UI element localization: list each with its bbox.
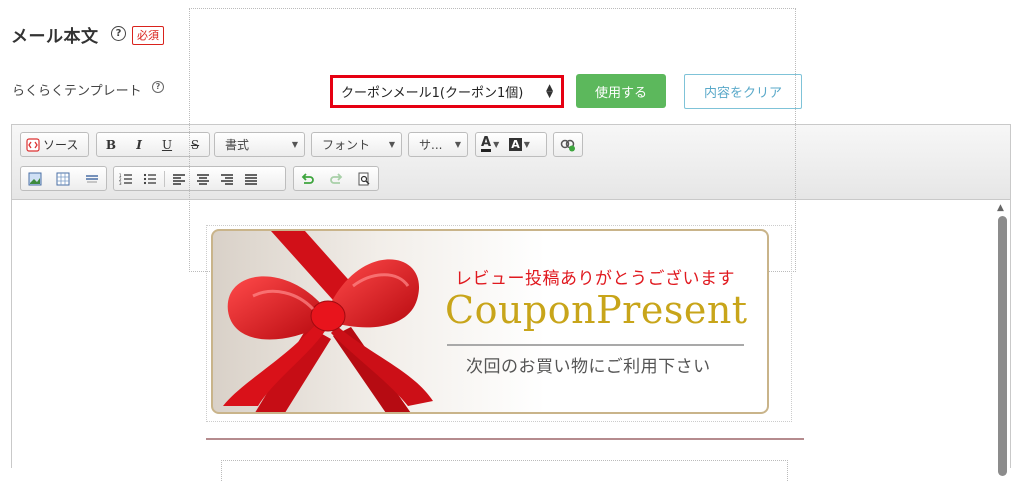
source-label: ソース	[43, 138, 79, 152]
scrollbar-thumb[interactable]	[998, 216, 1007, 476]
numbered-list-button[interactable]: 123	[114, 167, 138, 190]
italic-button[interactable]: I	[125, 133, 153, 156]
horizontal-rule-icon	[85, 174, 98, 182]
help-icon[interactable]: ?	[111, 26, 126, 41]
horizontal-rule-button[interactable]	[80, 167, 104, 190]
image-button[interactable]	[23, 167, 47, 190]
banner-divider	[447, 344, 744, 346]
image-icon	[28, 172, 42, 185]
scroll-up-icon[interactable]: ▲	[997, 203, 1004, 213]
template-help-icon[interactable]: ?	[152, 81, 164, 93]
source-group: ソース	[20, 132, 89, 157]
source-icon	[26, 137, 40, 152]
banner-title: CouponPresent	[445, 288, 748, 332]
next-section-cell	[221, 460, 788, 481]
required-badge: 必須	[132, 26, 164, 45]
bulleted-list-button[interactable]	[138, 167, 162, 190]
insert-group	[20, 166, 107, 191]
svg-text:3: 3	[119, 181, 122, 186]
align-left-button[interactable]	[167, 167, 191, 190]
table-button[interactable]	[51, 167, 75, 190]
section-title: メール本文	[11, 27, 99, 47]
bulleted-list-icon	[143, 173, 156, 184]
underline-button[interactable]: U	[153, 133, 181, 156]
bold-button[interactable]: B	[97, 133, 125, 156]
banner-subtitle: 次回のお買い物にご利用下さい	[466, 357, 711, 377]
source-button[interactable]: ソース	[21, 133, 83, 156]
template-label: らくらくテンプレート	[12, 84, 142, 99]
align-left-icon	[173, 173, 185, 185]
ribbon-bow-icon	[223, 231, 433, 412]
banner-thanks-text: レビュー投稿ありがとうございます	[455, 269, 735, 289]
numbered-list-icon: 123	[119, 173, 132, 186]
section-divider	[206, 438, 804, 440]
table-icon	[56, 172, 70, 185]
